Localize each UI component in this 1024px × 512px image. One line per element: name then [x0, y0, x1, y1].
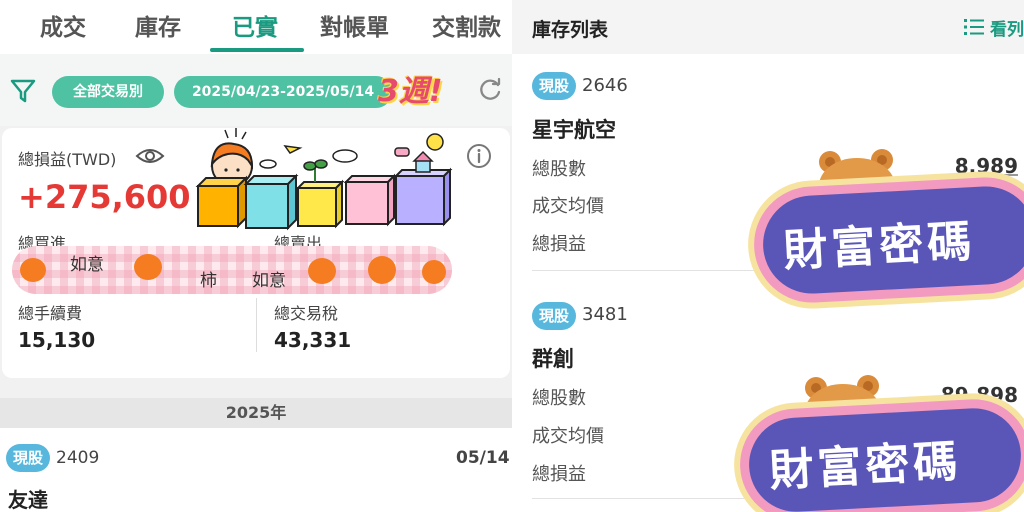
tab-settlement[interactable]: 交割款 [432, 8, 501, 42]
stock-type-badge: 現股 [532, 72, 576, 100]
pl-label: 總損益 [532, 464, 586, 485]
info-icon[interactable] [466, 143, 492, 169]
top-tabs: 成交 庫存 已實 對帳單 交割款 [0, 0, 512, 54]
active-tab-indicator [210, 48, 304, 52]
sticker-text: 柿 [200, 271, 217, 291]
stock-code: 2409 [56, 448, 100, 468]
list-item[interactable]: 現股 2409 05/14 友達 [0, 428, 512, 512]
stock-code: 2646 [582, 75, 628, 96]
list-view-icon [964, 19, 984, 35]
avg-price-label: 成交均價 [532, 426, 604, 447]
year-header: 2025年 [0, 398, 512, 428]
tab-deals[interactable]: 成交 [40, 8, 86, 42]
wealth-code-sticker: 財富密碼 [751, 174, 1024, 306]
tab-statement[interactable]: 對帳單 [320, 8, 389, 42]
inventory-panel: 庫存列表 看列 現股 2646 星宇航空 總股數 8,989 成交均價 總損益 … [512, 0, 1024, 512]
stock-name: 星宇航空 [532, 118, 616, 142]
tab-inventory[interactable]: 庫存 [135, 8, 181, 42]
persimmon-icon [368, 256, 396, 284]
sticker-text: 如意 [252, 271, 286, 291]
pl-label: 總損益 [532, 234, 586, 255]
stock-type-badge: 現股 [532, 302, 576, 330]
date-range-filter[interactable]: 2025/04/23-2025/05/14 [174, 76, 392, 108]
stock-name: 群創 [532, 347, 574, 371]
sticker-text: 財富密碼 [768, 436, 963, 498]
avg-price-label: 成交均價 [532, 196, 604, 217]
wealth-code-sticker: 財富密碼 [737, 396, 1024, 512]
sticker-text: 如意 [70, 255, 104, 275]
cubes-girl-sticker [195, 128, 453, 231]
shares-value: 8,989 [954, 154, 1018, 178]
total-pl-label: 總損益(TWD) [18, 150, 117, 169]
persimmon-icon [308, 258, 336, 284]
tab-realized[interactable]: 已實 [232, 8, 278, 42]
view-label: 看列 [990, 20, 1024, 40]
divider [256, 298, 257, 352]
stock-type-badge: 現股 [6, 444, 50, 472]
sticker-text: 財富密碼 [782, 216, 977, 278]
trade-date: 05/14 [456, 448, 510, 468]
trade-type-filter[interactable]: 全部交易別 [52, 76, 164, 108]
inventory-header: 庫存列表 看列 [512, 0, 1024, 54]
stock-code: 3481 [582, 304, 628, 325]
shares-label: 總股數 [532, 159, 586, 180]
persimmon-sticker: 如意 柿 如意 [12, 246, 452, 294]
weeks-sticker: 3週! [378, 74, 443, 109]
realized-pl-panel: 成交 庫存 已實 對帳單 交割款 全部交易別 2025/04/23-2025/0… [0, 0, 512, 512]
persimmon-icon [20, 258, 46, 282]
persimmon-icon [422, 260, 446, 284]
inventory-title: 庫存列表 [532, 19, 609, 41]
refresh-icon[interactable] [477, 77, 503, 103]
stock-name: 友達 [8, 488, 48, 512]
shares-label: 總股數 [532, 388, 586, 409]
eye-icon[interactable] [135, 146, 165, 166]
fee-label: 總手續費 [18, 304, 83, 323]
tax-value: 43,331 [274, 328, 352, 352]
persimmon-icon [134, 254, 162, 280]
tax-label: 總交易稅 [274, 304, 339, 323]
filter-icon[interactable] [10, 78, 36, 104]
fee-value: 15,130 [18, 328, 96, 352]
total-pl-value: +275,600 [18, 178, 191, 216]
